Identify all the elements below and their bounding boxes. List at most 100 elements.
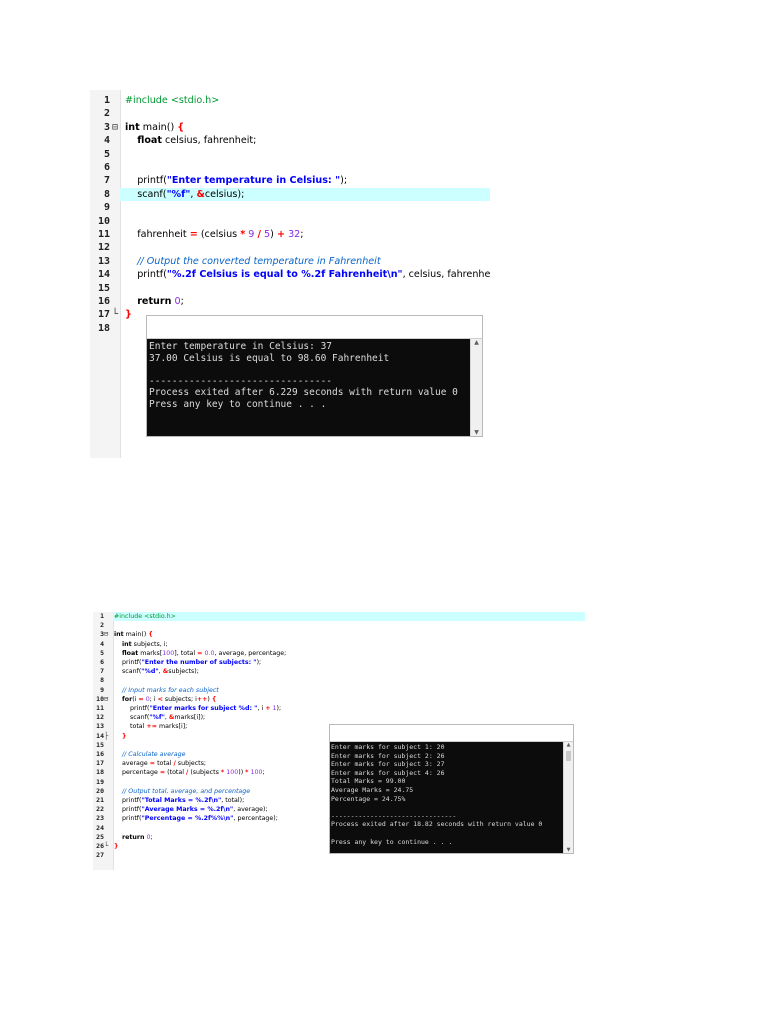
line-number: 12 (96, 713, 104, 722)
scroll-down-icon[interactable]: ▼ (564, 847, 573, 853)
console-scrollbar[interactable]: ▲ ▼ (470, 339, 482, 436)
code-token: + (276, 229, 285, 240)
code-token: average (114, 760, 150, 768)
code-line: 11 fahrenheit = (celsius * 9 / 5) + 32; (90, 228, 490, 241)
scroll-thumb[interactable] (566, 751, 571, 761)
console-title-strip (147, 316, 482, 339)
fold-marker-icon[interactable]: ⊟ (104, 695, 108, 704)
code-token: "Percentage = %.2f%%\n" (141, 815, 234, 823)
line-number: 19 (96, 777, 104, 786)
console-line: 37.00 Celsius is equal to 98.60 Fahrenhe… (149, 352, 390, 364)
console-title-strip (330, 725, 573, 742)
code-token: return (137, 296, 172, 307)
code-token: float (137, 135, 162, 147)
line-number: 10 (96, 694, 104, 703)
code-text: fahrenheit = (celsius * 9 / 5) + 32; (125, 228, 304, 241)
scroll-up-icon[interactable]: ▲ (471, 339, 482, 346)
code-token: printf( (114, 659, 142, 666)
fold-marker-icon[interactable]: ⊟ (112, 121, 118, 134)
code-text: percentage = (total / (subjects * 100)) … (114, 768, 265, 777)
code-line: 5 (90, 148, 490, 161)
code-text: #include <stdio.h> (114, 612, 176, 621)
code-text: printf("Enter the number of subjects: ")… (114, 658, 261, 667)
line-number: 17 (97, 309, 110, 321)
code-token: { (211, 695, 217, 703)
line-number: 17 (96, 759, 104, 768)
code-token: ); (276, 705, 282, 712)
scroll-up-icon[interactable]: ▲ (564, 742, 573, 748)
code-token: & (196, 188, 205, 200)
line-number: 4 (100, 639, 104, 648)
code-token: "Average Marks = %.2f\n" (141, 806, 234, 814)
code-token: marks[ (138, 649, 163, 657)
code-line: 6 (90, 161, 490, 174)
code-token: { (148, 631, 153, 639)
code-text: int main() { (114, 630, 153, 639)
console-window: Enter marks for subject 1: 20 Enter marks… (329, 724, 574, 854)
code-text: // Output the converted temperature in F… (125, 255, 380, 268)
code-token: ; (300, 229, 304, 240)
code-token: int (114, 631, 124, 639)
code-token: ; (150, 833, 153, 841)
code-token: percentage (114, 769, 160, 777)
code-line: 4 int subjects, i; (93, 640, 585, 649)
code-text: // Input marks for each subject (114, 686, 219, 695)
console-line: Press any key to continue . . . (149, 398, 327, 410)
console-line: Average Marks = 24.75 (331, 785, 414, 794)
console-scrollbar[interactable]: ▲ ▼ (563, 742, 573, 853)
code-line: 7 scanf("%d", &subjects); (93, 667, 585, 676)
line-number: 5 (100, 648, 104, 657)
code-text: float marks[100], total = 0.0, average, … (114, 649, 286, 658)
fold-marker-icon[interactable]: ⊟ (104, 630, 108, 639)
code-token: } (125, 309, 132, 321)
code-token: "Enter temperature in Celsius: " (166, 175, 341, 187)
code-text: printf("Enter temperature in Celsius: ")… (125, 174, 347, 187)
code-text: } (114, 732, 127, 741)
code-token: #include <stdio.h> (114, 613, 176, 620)
line-number: 18 (97, 322, 110, 334)
code-token: printf( (125, 269, 167, 281)
code-line: 7 printf("Enter temperature in Celsius: … (90, 174, 490, 187)
code-token: marks[i]; (156, 723, 188, 731)
line-number: 16 (96, 750, 104, 758)
line-number: 26 (96, 842, 104, 850)
line-number: 9 (100, 685, 104, 694)
code-token: // Input marks for each subject (122, 686, 219, 694)
code-token: 0.0 (204, 649, 215, 657)
line-number: 6 (103, 162, 110, 173)
code-token: } (122, 732, 127, 740)
code-token: fahrenheit (125, 229, 190, 240)
line-number: 6 (100, 658, 104, 666)
code-text: average = total / subjects; (114, 759, 206, 768)
line-number: 23 (96, 814, 104, 823)
code-token: printf( (114, 806, 142, 814)
code-token: 100 (250, 769, 263, 777)
console-line: -------------------------------- (331, 811, 457, 820)
code-token: main() (123, 631, 149, 639)
code-token: ) (270, 229, 277, 240)
code-token: , average, percentage; (214, 649, 287, 657)
code-line: 11 printf("Enter marks for subject %d: "… (93, 704, 585, 713)
line-number: 13 (97, 255, 110, 267)
line-number: 20 (96, 786, 104, 795)
code-text: // Calculate average (114, 750, 185, 759)
scroll-down-icon[interactable]: ▼ (471, 429, 482, 436)
code-line: 3 ⊟ int main() { (93, 630, 585, 639)
line-number: 2 (103, 108, 110, 120)
console-line: Enter marks for subject 1: 20 (331, 743, 445, 751)
code-text: printf("Average Marks = %.2f\n", average… (114, 805, 268, 814)
line-number: 8 (103, 188, 110, 200)
code-token: ], total (174, 649, 198, 657)
code-text: printf("Total Marks = %.2f\n", total); (114, 796, 244, 805)
code-text: int main() { (125, 121, 184, 134)
code-token: main() (139, 121, 178, 133)
code-text: int subjects, i; (114, 640, 168, 649)
line-number: 22 (96, 805, 104, 814)
line-number: 15 (97, 282, 110, 294)
fold-marker-icon: └ (112, 309, 119, 321)
